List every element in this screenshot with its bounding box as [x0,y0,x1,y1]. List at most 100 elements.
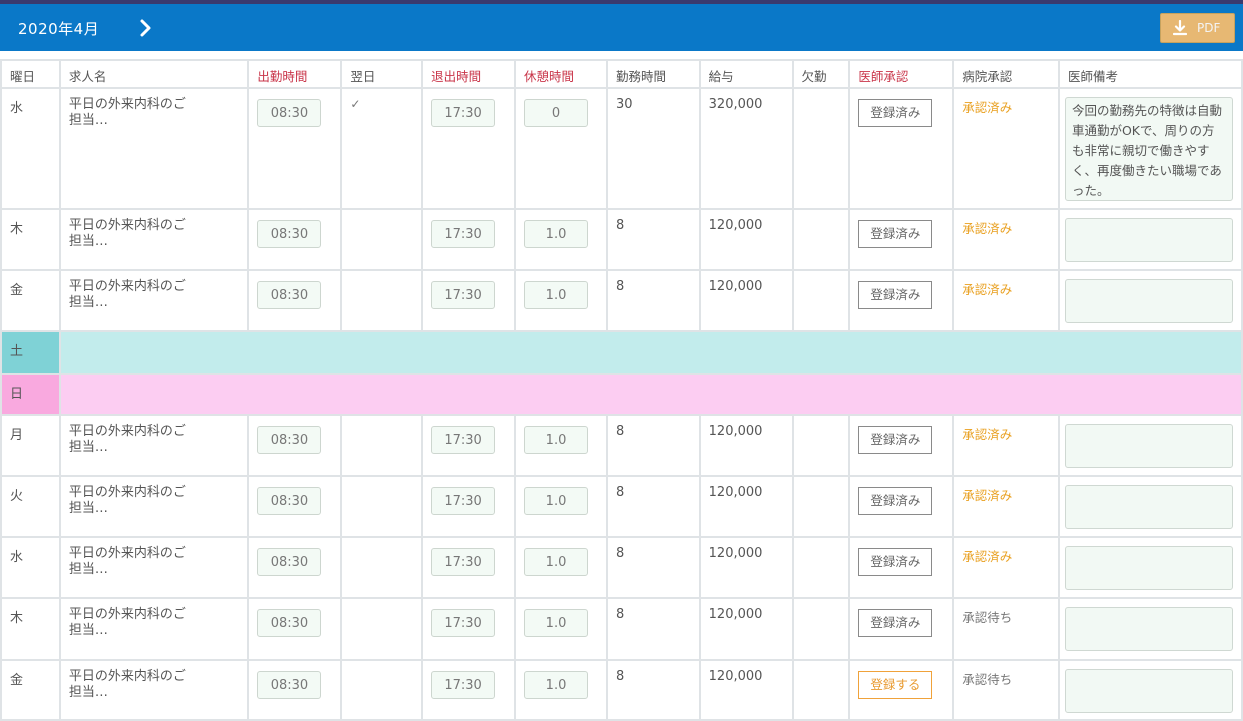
hospital-approval-status: 承認済み [962,427,1013,442]
doctor-register-button[interactable]: 登録する [858,671,933,699]
col-header-hospital-approval: 病院承認 [952,59,1060,89]
absent-cell[interactable] [791,414,851,477]
end-time-input[interactable]: 17:30 [431,487,496,515]
chevron-right-icon [140,19,151,37]
job-name[interactable]: 平日の外来内科のご担当… [58,208,250,271]
absent-cell[interactable] [791,208,851,271]
hospital-approval-cell: 承認待ち [952,659,1060,721]
pdf-download-button[interactable]: PDF [1160,13,1235,43]
end-time-input[interactable]: 17:30 [431,671,496,699]
job-name[interactable]: 平日の外来内科のご担当… [58,87,250,210]
memo-cell [1057,475,1243,538]
end-time-input[interactable]: 17:30 [431,426,496,454]
break-time-input[interactable]: 1.0 [524,671,589,699]
empty-day-cell [58,330,1243,375]
end-cell: 17:30 [421,269,517,332]
doctor-memo-field[interactable] [1064,669,1233,713]
hospital-approval-status: 承認済み [962,100,1013,115]
start-cell: 08:30 [247,269,343,332]
break-time-input[interactable]: 0 [524,99,589,127]
doctor-memo-field[interactable] [1064,279,1233,323]
nextday-cell [340,659,424,721]
nextday-cell [340,414,424,477]
day-cell: 月 [0,414,61,477]
break-time-input[interactable]: 1.0 [524,548,589,576]
hospital-approval-status: 承認待ち [962,610,1013,625]
hospital-approval-status: 承認済み [962,221,1013,236]
table-row-saturday: 土 [0,330,1243,375]
hospital-approval-cell: 承認済み [952,87,1060,210]
start-time-input[interactable]: 08:30 [257,487,322,515]
memo-cell [1057,208,1243,271]
table-row: 水 平日の外来内科のご担当… 08:30 ✓ 17:30 0 30 320,00… [0,87,1243,210]
break-cell: 1.0 [514,269,608,332]
end-time-input[interactable]: 17:30 [431,548,496,576]
end-time-input[interactable]: 17:30 [431,99,496,127]
doctor-memo-field[interactable] [1064,607,1233,651]
start-time-input[interactable]: 08:30 [257,671,322,699]
doctor-approval-cell: 登録済み [848,414,955,477]
end-time-input[interactable]: 17:30 [431,609,496,637]
break-time-input[interactable]: 1.0 [524,426,589,454]
doctor-memo-field[interactable] [1064,485,1233,529]
break-cell: 0 [514,87,608,210]
hospital-approval-status: 承認済み [962,488,1013,503]
break-time-input[interactable]: 1.0 [524,220,589,248]
doctor-memo-field[interactable]: 今回の勤務先の特徴は自動車通勤がOKで、周りの方も非常に親切で働きやすく、再度働… [1064,97,1233,201]
job-name[interactable]: 平日の外来内科のご担当… [58,659,250,721]
start-time-input[interactable]: 08:30 [257,281,322,309]
absent-cell[interactable] [791,269,851,332]
absent-cell[interactable] [791,87,851,210]
nextday-check[interactable]: ✓ [350,97,360,111]
doctor-registered-button[interactable]: 登録済み [858,281,933,309]
hospital-approval-status: 承認済み [962,282,1013,297]
nextday-cell [340,536,424,599]
col-header-hours: 勤務時間 [605,59,701,89]
doctor-memo-field[interactable] [1064,546,1233,590]
doctor-memo-field[interactable] [1064,218,1233,262]
start-time-input[interactable]: 08:30 [257,426,322,454]
end-time-input[interactable]: 17:30 [431,220,496,248]
job-name[interactable]: 平日の外来内科のご担当… [58,475,250,538]
end-cell: 17:30 [421,597,517,661]
hospital-approval-cell: 承認済み [952,414,1060,477]
doctor-registered-button[interactable]: 登録済み [858,426,933,454]
next-month-button[interactable] [137,18,155,38]
start-time-input[interactable]: 08:30 [257,548,322,576]
job-name[interactable]: 平日の外来内科のご担当… [58,269,250,332]
hospital-approval-cell: 承認済み [952,208,1060,271]
absent-cell[interactable] [791,659,851,721]
salary-cell: 120,000 [698,414,794,477]
doctor-registered-button[interactable]: 登録済み [858,487,933,515]
end-time-input[interactable]: 17:30 [431,281,496,309]
break-time-input[interactable]: 1.0 [524,487,589,515]
absent-cell[interactable] [791,597,851,661]
start-time-input[interactable]: 08:30 [257,609,322,637]
start-cell: 08:30 [247,659,343,721]
break-cell: 1.0 [514,208,608,271]
job-name[interactable]: 平日の外来内科のご担当… [58,414,250,477]
doctor-registered-button[interactable]: 登録済み [858,220,933,248]
break-time-input[interactable]: 1.0 [524,609,589,637]
day-cell: 火 [0,475,61,538]
salary-cell: 120,000 [698,536,794,599]
job-name[interactable]: 平日の外来内科のご担当… [58,597,250,661]
start-time-input[interactable]: 08:30 [257,99,322,127]
absent-cell[interactable] [791,475,851,538]
doctor-registered-button[interactable]: 登録済み [858,548,933,576]
doctor-memo-field[interactable] [1064,424,1233,468]
day-cell: 金 [0,269,61,332]
memo-cell [1057,269,1243,332]
absent-cell[interactable] [791,536,851,599]
memo-cell [1057,414,1243,477]
salary-cell: 120,000 [698,475,794,538]
break-time-input[interactable]: 1.0 [524,281,589,309]
table-row: 水 平日の外来内科のご担当… 08:30 17:30 1.0 8 120,000… [0,536,1243,599]
doctor-approval-cell: 登録済み [848,536,955,599]
doctor-registered-button[interactable]: 登録済み [858,609,933,637]
start-time-input[interactable]: 08:30 [257,220,322,248]
job-name[interactable]: 平日の外来内科のご担当… [58,536,250,599]
hospital-approval-cell: 承認済み [952,269,1060,332]
doctor-registered-button[interactable]: 登録済み [858,99,933,127]
doctor-approval-cell: 登録済み [848,475,955,538]
